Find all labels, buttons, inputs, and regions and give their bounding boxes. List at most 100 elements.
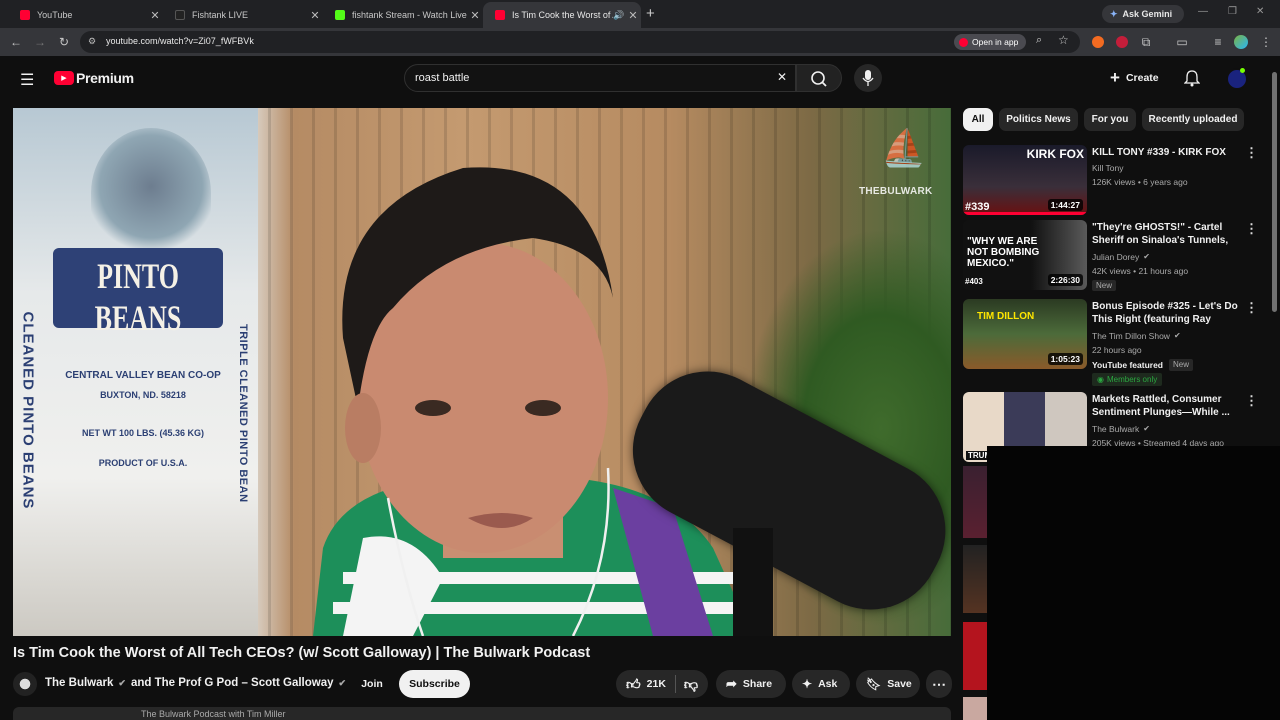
video-thumbnail[interactable]: TIM DILLON 1:05:23 [963,299,1087,369]
more-options-icon[interactable]: ⋮ [1245,221,1258,237]
recommendation-channel[interactable]: Julian Dorey [1092,251,1139,263]
page-scrollbar[interactable] [1272,72,1277,312]
recommendation-title[interactable]: Bonus Episode #325 - Let's Do This Right… [1092,300,1238,326]
video-thumbnail[interactable]: KIRK FOX #339 1:44:27 [963,145,1087,215]
speaker-icon[interactable]: 🔊 [613,10,625,21]
overlay-panel [987,446,1280,720]
maximize-icon[interactable]: ❐ [1228,6,1237,17]
save-button[interactable]: 🔖︎ Save [856,670,920,698]
members-only-badge: ◉ Members only [1092,373,1163,386]
new-tab-button[interactable]: + [646,5,655,22]
subscribe-button[interactable]: Subscribe [399,670,470,698]
bookmark-icon: 🔖︎ [866,677,882,691]
video-thumbnail[interactable]: "WHY WE ARE NOT BOMBING MEXICO." #403 2:… [963,220,1087,290]
address-bar[interactable]: ⚙ youtube.com/watch?v=Zi07_fWFBVk Open i… [80,31,1080,53]
search-input[interactable] [415,70,755,86]
recommendation-meta: 205K views • Streamed 4 days ago [1092,438,1224,446]
chip-for-you[interactable]: For you [1084,108,1136,131]
sparkle-icon: ✦ [802,677,813,691]
tab-title: fishtank Stream - Watch Live on [352,10,467,20]
forward-icon[interactable]: → [32,34,48,50]
like-dislike-group: 👍︎ 21K 👎︎ [616,670,708,698]
recommendation-channel[interactable]: The Bulwark [1092,423,1139,435]
site-info-icon[interactable]: ⚙ [88,36,96,47]
ask-gemini-button[interactable]: ✦ Ask Gemini [1102,5,1184,23]
recommendation-meta: 126K views • 6 years ago [1092,177,1188,187]
collab-channel-name[interactable]: and The Prof G Pod – Scott Galloway [131,677,334,689]
close-tab-icon[interactable]: ✕ [467,9,483,22]
cast-icon[interactable]: ▭ [1174,34,1190,50]
search-box[interactable]: ✕ [404,64,796,92]
browser-toolbar: ← → ↻ ⚙ youtube.com/watch?v=Zi07_fWFBVk … [0,28,1280,56]
recommendation-title[interactable]: KILL TONY #339 - KIRK FOX [1092,146,1238,159]
join-label: Join [361,678,383,690]
channel-name[interactable]: The Bulwark [45,677,113,689]
members-label: Members only [1106,375,1158,384]
duration-badge: 2:26:30 [1047,274,1083,286]
browser-tab-fishtank-live[interactable]: Fishtank LIVE ✕ [163,2,323,28]
hamburger-menu-icon[interactable]: ☰ [20,70,34,90]
video-player[interactable]: CLEANED PINTO BEANS TRIPLE CLEANED PINTO… [13,108,951,636]
close-tab-icon[interactable]: ✕ [307,9,323,22]
chip-recently-uploaded[interactable]: Recently uploaded [1142,108,1244,131]
browser-tab-active[interactable]: Is Tim Cook the Worst of All 🔊 ✕ [483,2,641,28]
reload-icon[interactable]: ↻ [56,34,72,50]
youtube-favicon-icon [20,10,30,20]
more-options-icon[interactable]: ⋮ [1245,393,1258,409]
recommendation-title[interactable]: "They're GHOSTS!" - Cartel Sheriff on Si… [1092,221,1238,247]
clear-search-icon[interactable]: ✕ [777,70,787,84]
voice-search-button[interactable] [854,64,882,92]
channel-avatar[interactable] [13,672,37,696]
partial-thumbnail[interactable] [963,545,987,613]
featured-row: YouTube featured New [1092,359,1194,371]
youtube-premium-logo[interactable]: ▶ Premium [54,70,134,86]
tab-title: Is Tim Cook the Worst of All [512,10,613,20]
browser-menu-icon[interactable]: ⋮ [1258,34,1274,50]
open-in-app-button[interactable]: Open in app [954,34,1026,50]
bookmark-star-icon[interactable]: ☆ [1058,33,1069,47]
extension-icon[interactable] [1092,36,1104,48]
account-status-dot [1240,68,1245,73]
more-actions-icon[interactable]: ⋯ [926,670,952,698]
zoom-icon[interactable]: ⌕ [1036,34,1042,47]
more-options-icon[interactable]: ⋮ [1245,145,1258,161]
notifications-bell-icon[interactable] [1183,69,1201,92]
thumbnail-number: #403 [965,277,983,286]
chip-all[interactable]: All [963,108,993,131]
partial-thumbnail[interactable] [963,622,987,690]
recommendation-channel[interactable]: Kill Tony [1092,162,1124,174]
chip-politics-news[interactable]: Politics News [999,108,1078,131]
browser-tab-youtube[interactable]: YouTube ✕ [8,2,163,28]
create-button[interactable]: + Create [1110,69,1159,86]
window-close-icon[interactable]: ✕ [1256,6,1264,17]
back-icon[interactable]: ← [8,34,24,50]
partial-thumbnail[interactable] [963,466,987,538]
minimize-icon[interactable]: — [1198,6,1208,17]
ask-button[interactable]: ✦ Ask [792,670,850,698]
close-tab-icon[interactable]: ✕ [147,9,163,22]
thumbs-up-icon[interactable]: 👍︎ [626,676,641,693]
recommendation-title[interactable]: Markets Rattled, Consumer Sentiment Plun… [1092,393,1238,419]
divider [674,675,676,693]
partial-thumbnail[interactable] [963,697,987,720]
extension-adblock-icon[interactable] [1116,36,1128,48]
share-button[interactable]: ➦ Share [716,670,786,698]
join-button[interactable]: Join [350,670,394,698]
verified-icon: ✔ [1143,252,1150,261]
close-tab-icon[interactable]: ✕ [625,9,641,22]
media-controls-icon[interactable]: ≡ [1210,34,1226,50]
thumbs-down-icon[interactable]: 👎︎ [684,676,698,693]
more-options-icon[interactable]: ⋮ [1245,300,1258,316]
recommendation-channel[interactable]: The Tim Dillon Show [1092,330,1170,342]
mic-stand [733,528,773,636]
url-text[interactable]: youtube.com/watch?v=Zi07_fWFBVk [106,36,254,46]
browser-tab-fishtank-stream[interactable]: fishtank Stream - Watch Live on ✕ [323,2,483,28]
youtube-favicon-icon [495,10,505,20]
like-count[interactable]: 21K [647,678,666,690]
description-box[interactable]: The Bulwark Podcast with Tim Miller [13,707,951,720]
profile-avatar[interactable] [1234,35,1248,49]
featured-label: YouTube featured [1092,360,1163,370]
extensions-puzzle-icon[interactable]: ⧉ [1138,34,1154,50]
kick-favicon-icon [335,10,345,20]
search-button[interactable] [796,64,842,92]
